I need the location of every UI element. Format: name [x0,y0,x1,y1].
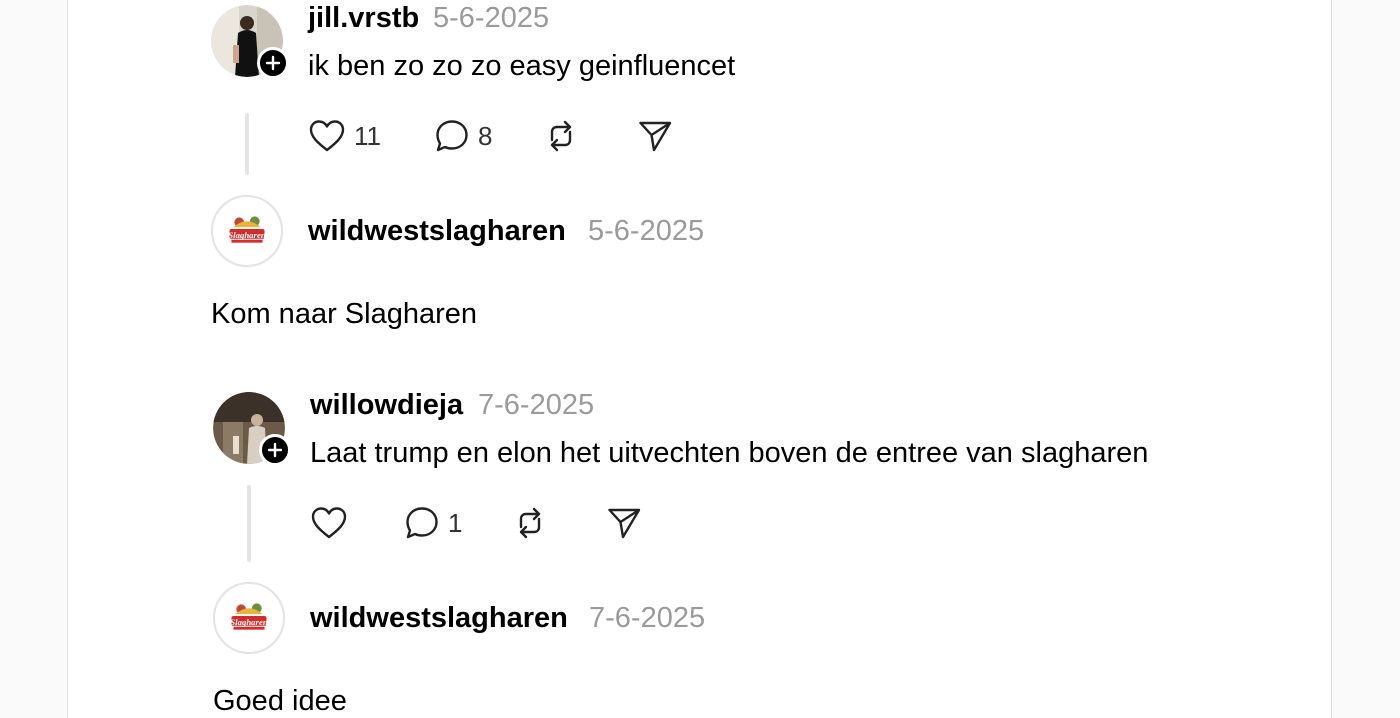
send-icon [639,121,672,152]
comment-text: ik ben zo zo zo easy geinfluencet [308,50,736,82]
like-button[interactable]: 11 [308,118,381,154]
reply-count: 8 [478,120,493,151]
comment-icon [406,507,438,539]
repost-button[interactable] [512,505,548,541]
comment-text: Laat trump en elon het uitvechten boven … [310,437,1149,469]
send-icon [608,508,641,539]
comments-panel: jill.vrstb 5-6-2025 ik ben zo zo zo easy… [67,0,1332,718]
repost-button[interactable] [543,118,579,154]
share-button[interactable] [606,505,642,541]
repost-icon [550,120,572,152]
thread-line [247,485,251,562]
thread-line [245,113,249,175]
comment-text: Goed idee [213,685,347,717]
reply-count: 1 [448,507,463,538]
heart-icon [311,507,347,539]
comment-date: 5-6-2025 [433,2,550,34]
comment-date: 7-6-2025 [589,602,706,634]
like-count: 11 [354,120,381,151]
avatar-willowdieja[interactable] [213,392,291,466]
heart-icon [309,120,345,152]
comment-text: Kom naar Slagharen [211,298,477,330]
follow-button[interactable] [259,434,291,466]
avatar-wildwestslagharen[interactable]: Slagharen [213,582,285,654]
comment-username[interactable]: jill.vrstb [308,2,419,35]
reply-button[interactable]: 8 [434,118,492,154]
comment-username[interactable]: willowdieja [310,389,463,422]
comment-date: 7-6-2025 [478,389,595,421]
slagharen-logo: Slagharen [211,195,283,267]
avatar-jill[interactable] [211,5,289,79]
avatar-wildwestslagharen[interactable]: Slagharen [211,195,283,267]
comment-icon [436,120,468,152]
plus-icon [267,442,283,458]
follow-button[interactable] [257,47,289,79]
svg-text:Slagharen: Slagharen [230,617,268,627]
slagharen-logo: Slagharen [213,582,285,654]
plus-icon [265,55,281,71]
reply-button[interactable]: 1 [404,505,462,541]
share-button[interactable] [637,118,673,154]
comment-date: 5-6-2025 [588,215,705,247]
comment-username[interactable]: wildwestslagharen [310,602,568,635]
like-button[interactable] [310,505,356,541]
svg-text:Slagharen: Slagharen [228,230,266,240]
page: jill.vrstb 5-6-2025 ik ben zo zo zo easy… [0,0,1400,718]
repost-icon [519,507,541,539]
comment-username[interactable]: wildwestslagharen [308,215,566,248]
